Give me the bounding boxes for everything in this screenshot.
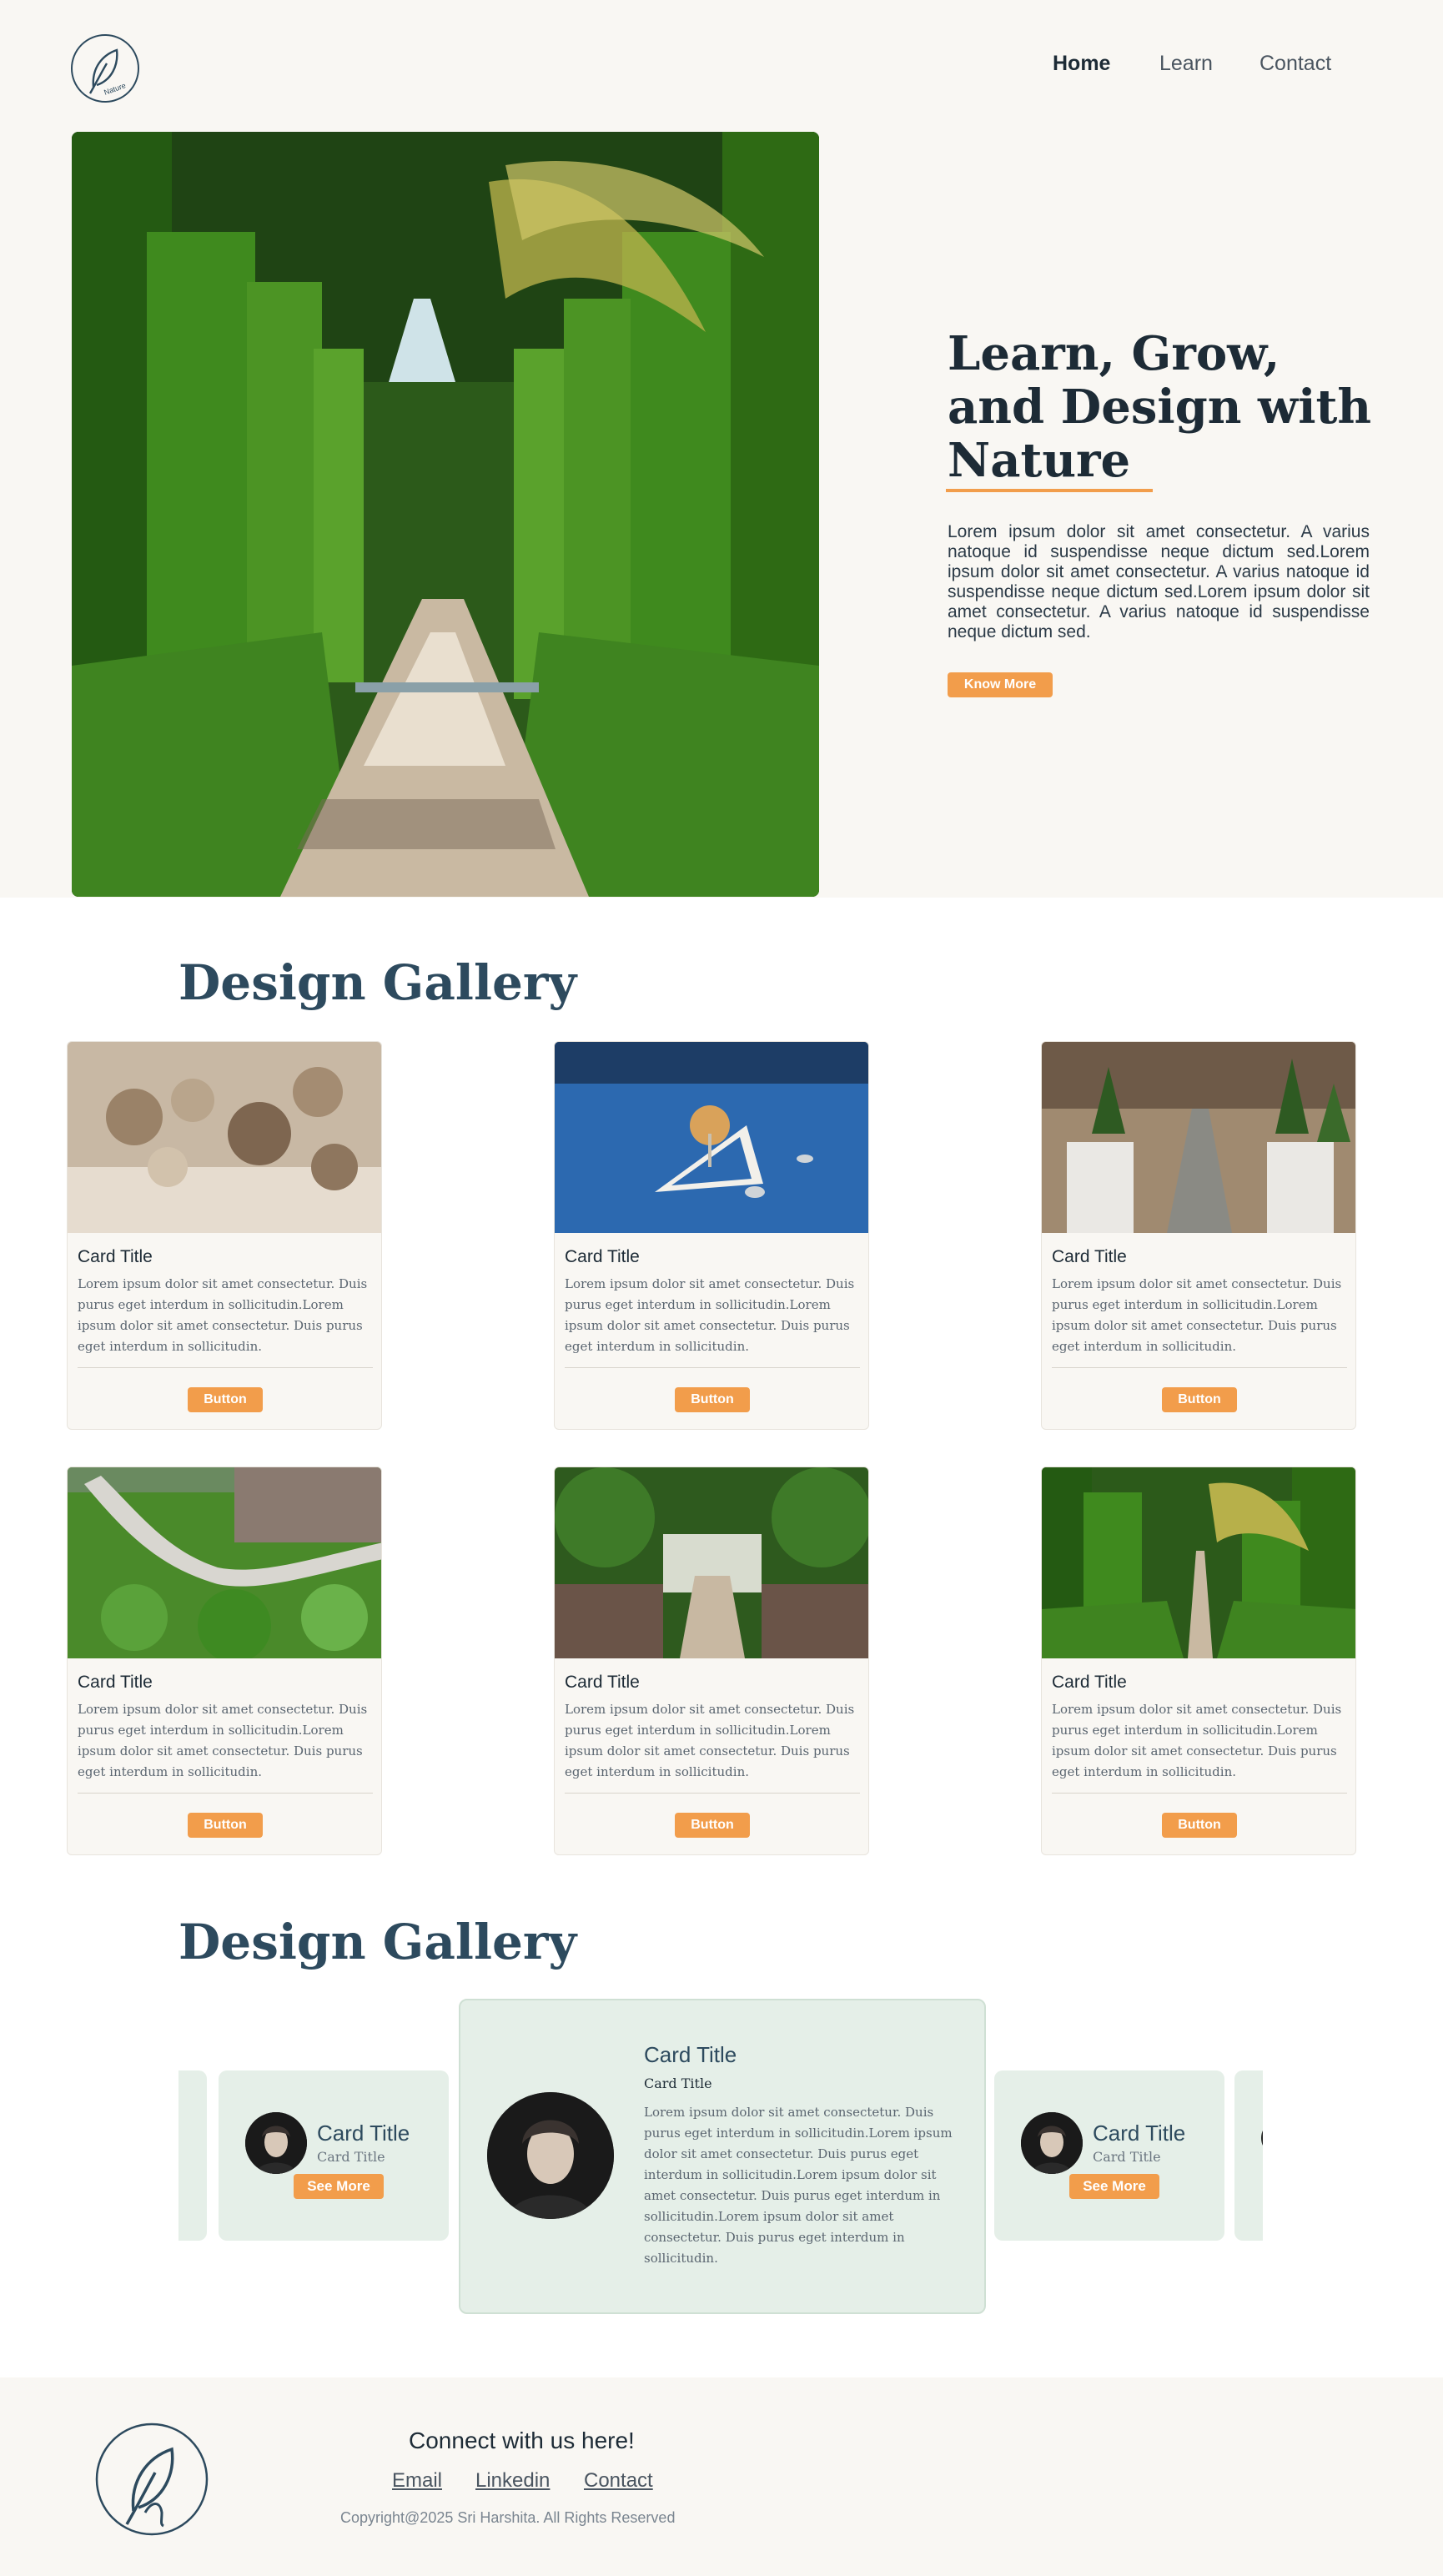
card-button[interactable]: Button: [1162, 1813, 1237, 1838]
see-more-button[interactable]: See More: [1069, 2174, 1159, 2199]
hero-image: [72, 132, 819, 897]
copyright-text: Copyright@2025 Sri Harshita. All Rights …: [340, 2509, 676, 2526]
avatar: [487, 2092, 614, 2219]
carousel-card-far-right[interactable]: [1234, 2070, 1263, 2241]
card-description: Lorem ipsum dolor sit amet consectetur. …: [565, 1276, 855, 1354]
card-image: [68, 1042, 381, 1233]
card-button[interactable]: Button: [675, 1813, 750, 1838]
gallery-card: Card Title Lorem ipsum dolor sit amet con…: [67, 1041, 382, 1430]
hero-description: Lorem ipsum dolor sit amet consectetur. …: [948, 522, 1370, 641]
card-title: Card Title: [565, 1247, 640, 1266]
card-image: [555, 1042, 868, 1233]
card-title: Card Title: [1052, 1247, 1127, 1266]
avatar: [1021, 2112, 1083, 2174]
card-description: Lorem ipsum dolor sit amet consectetur. …: [1052, 1702, 1342, 1779]
leaf-logo-icon[interactable]: [93, 2421, 210, 2538]
avatar: [245, 2112, 307, 2174]
gallery-card: Card Title Lorem ipsum dolor sit amet con…: [1041, 1041, 1356, 1430]
testimonials-title: Design Gallery: [178, 1914, 577, 1970]
hero-title-underline: [946, 489, 1153, 492]
card-image: [1042, 1467, 1355, 1658]
carousel-card-far-left[interactable]: [178, 2070, 207, 2241]
footer: Connect with us here! Email Linkedin Con…: [0, 2377, 1443, 2576]
nav-learn[interactable]: Learn: [1159, 52, 1213, 76]
card-divider: [78, 1367, 373, 1368]
card-title: Card Title: [78, 1673, 153, 1692]
card-image: [68, 1467, 381, 1658]
gallery-title: Design Gallery: [178, 954, 577, 1011]
nav-home[interactable]: Home: [1053, 52, 1110, 76]
card-description: Lorem ipsum dolor sit amet consectetur. …: [78, 1276, 368, 1354]
footer-link-contact[interactable]: Contact: [584, 2469, 653, 2493]
card-title: Card Title: [1093, 2121, 1186, 2146]
card-subtitle: Card Title: [644, 2075, 712, 2091]
card-divider: [78, 1793, 373, 1794]
carousel-card-left[interactable]: Card Title Card Title See More: [219, 2070, 449, 2241]
card-button[interactable]: Button: [188, 1813, 263, 1838]
gallery-card: Card Title Lorem ipsum dolor sit amet con…: [554, 1467, 869, 1855]
footer-link-linkedin[interactable]: Linkedin: [475, 2469, 550, 2493]
know-more-button[interactable]: Know More: [948, 672, 1053, 697]
card-image: [1042, 1042, 1355, 1233]
carousel-card-active[interactable]: Card Title Card Title Lorem ipsum dolor …: [459, 1999, 986, 2314]
card-title: Card Title: [565, 1673, 640, 1692]
card-divider: [565, 1367, 860, 1368]
testimonial-carousel[interactable]: Card Title Card Title See More Card Titl…: [178, 1999, 1263, 2316]
gallery-card: Card Title Lorem ipsum dolor sit amet con…: [554, 1041, 869, 1430]
footer-link-email[interactable]: Email: [392, 2469, 442, 2493]
see-more-button[interactable]: See More: [294, 2174, 384, 2199]
card-description: Lorem ipsum dolor sit amet consectetur. …: [78, 1702, 368, 1779]
card-button[interactable]: Button: [675, 1387, 750, 1412]
card-title: Card Title: [78, 1247, 153, 1266]
card-button[interactable]: Button: [1162, 1387, 1237, 1412]
hero-title: Learn, Grow, and Design with Nature: [948, 326, 1372, 488]
card-title: Card Title: [317, 2121, 410, 2146]
carousel-card-right[interactable]: Card Title Card Title See More: [994, 2070, 1224, 2241]
card-description: Lorem ipsum dolor sit amet consectetur. …: [1052, 1276, 1342, 1354]
card-image: [555, 1467, 868, 1658]
gallery-card: Card Title Lorem ipsum dolor sit amet con…: [1041, 1467, 1356, 1855]
card-button[interactable]: Button: [188, 1387, 263, 1412]
main-nav: Home Learn Contact: [0, 52, 1443, 85]
card-subtitle: Card Title: [1093, 2149, 1161, 2165]
footer-heading: Connect with us here!: [409, 2428, 635, 2453]
avatar: [1261, 2126, 1263, 2151]
card-description: Lorem ipsum dolor sit amet consectetur. …: [565, 1702, 855, 1779]
card-divider: [1052, 1793, 1347, 1794]
gallery-card: Card Title Lorem ipsum dolor sit amet con…: [67, 1467, 382, 1855]
card-subtitle: Card Title: [317, 2149, 385, 2165]
nav-contact[interactable]: Contact: [1259, 52, 1331, 76]
card-divider: [1052, 1367, 1347, 1368]
card-description: Lorem ipsum dolor sit amet consectetur. …: [644, 2105, 953, 2266]
card-divider: [565, 1793, 860, 1794]
card-title: Card Title: [1052, 1673, 1127, 1692]
card-title: Card Title: [644, 2042, 737, 2067]
